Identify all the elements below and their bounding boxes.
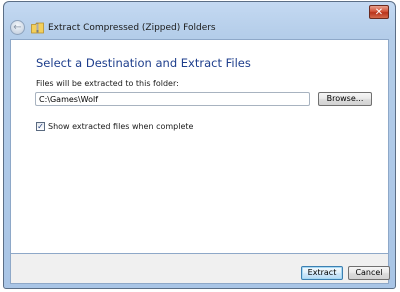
destination-label: Files will be extracted to this folder:	[36, 79, 179, 88]
checkmark-icon: ✓	[37, 122, 44, 131]
close-button[interactable]: ✕	[369, 5, 389, 19]
dialog-footer: Extract Cancel	[10, 254, 390, 284]
dialog-window: ✕ ← Extract Compressed (Zipped) Folders …	[3, 1, 396, 289]
show-files-checkbox[interactable]: ✓	[36, 122, 45, 131]
close-icon: ✕	[374, 7, 384, 18]
back-arrow-icon: ←	[13, 22, 22, 33]
back-button[interactable]: ←	[10, 20, 25, 35]
browse-button[interactable]: Browse...	[318, 92, 372, 106]
cancel-button[interactable]: Cancel	[348, 266, 390, 280]
extract-button[interactable]: Extract	[301, 266, 343, 280]
page-heading: Select a Destination and Extract Files	[36, 56, 251, 70]
show-files-label[interactable]: Show extracted files when complete	[48, 122, 193, 132]
destination-path-input[interactable]	[35, 92, 310, 106]
main-panel: Select a Destination and Extract Files F…	[10, 39, 389, 254]
title-bar: ✕ ← Extract Compressed (Zipped) Folders	[4, 2, 395, 38]
zip-folder-icon	[31, 22, 44, 34]
window-title: Extract Compressed (Zipped) Folders	[48, 23, 216, 33]
